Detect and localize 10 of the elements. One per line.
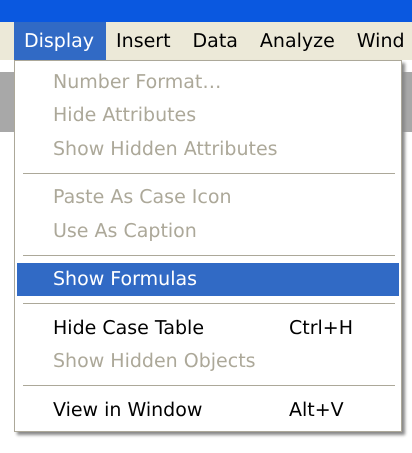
shortcut-label: Ctrl+H bbox=[289, 316, 354, 339]
menu-item[interactable]: Show Formulas bbox=[17, 262, 399, 296]
menu-title[interactable]: Insert bbox=[106, 22, 183, 60]
menu-item[interactable]: Hide Case Table Ctrl+H bbox=[17, 311, 399, 344]
shortcut-label: Alt+V bbox=[289, 398, 345, 421]
menu-item[interactable]: View in Window Alt+V bbox=[17, 393, 399, 426]
menu-title[interactable]: Analyze bbox=[250, 22, 347, 60]
menu-title[interactable]: Wind bbox=[346, 22, 412, 60]
menu-title[interactable]: Display bbox=[14, 22, 106, 60]
menu-title[interactable]: Data bbox=[182, 22, 250, 60]
